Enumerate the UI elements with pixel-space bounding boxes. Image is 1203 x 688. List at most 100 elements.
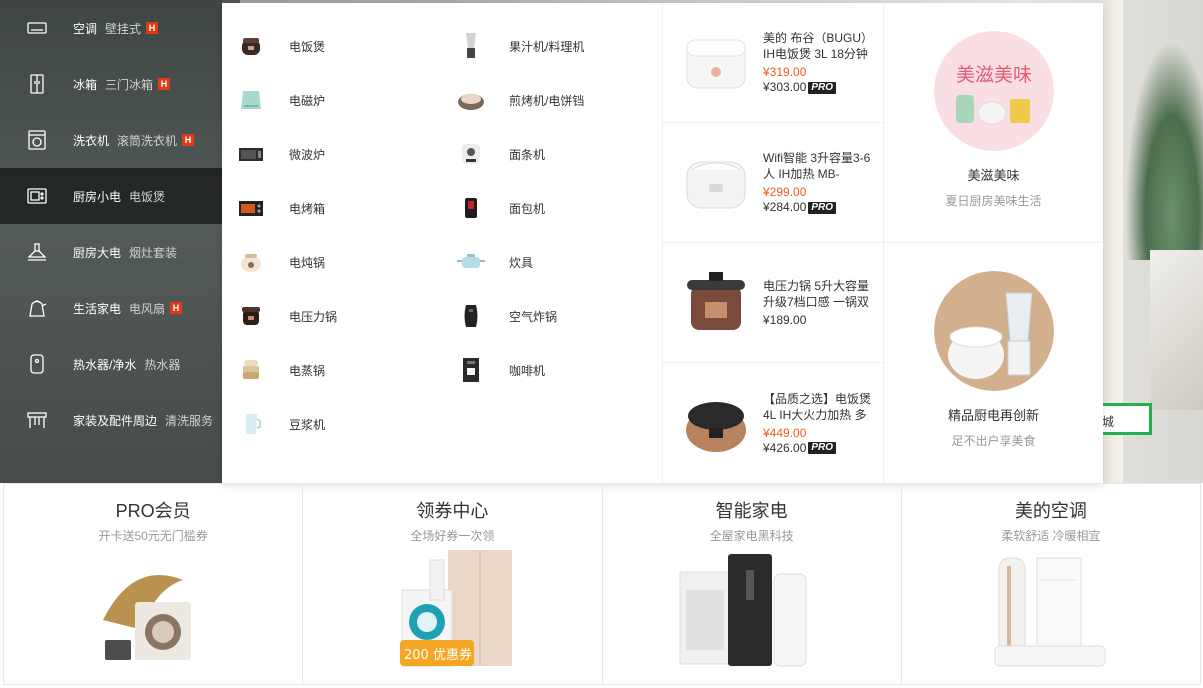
promo-badge-text: 美滋美味 xyxy=(955,64,1031,86)
subcategory-item[interactable]: 豆浆机 xyxy=(232,397,452,451)
product-card[interactable]: 美的 布谷（BUGU）IH电饭煲 3L 18分钟 ¥319.00 ¥303.00… xyxy=(663,3,883,123)
card-title: 美的空调 xyxy=(1014,501,1087,521)
coupon-badge-text: 200 优惠券 xyxy=(404,647,472,663)
category-sub-link[interactable]: 热水器 xyxy=(144,356,180,373)
subcategory-label: 电磁炉 xyxy=(289,93,326,108)
banner-plant-image xyxy=(1125,40,1203,260)
subcategory-item[interactable]: 电蒸锅 xyxy=(232,343,452,397)
category-item-water[interactable]: 热水器/净水 热水器 xyxy=(0,336,222,392)
product-price: ¥303.00 xyxy=(763,80,807,94)
air-conditioner-icon xyxy=(26,17,48,39)
product-card[interactable]: Wifi智能 3升容量3-6人 IH加热 MB- ¥299.00 ¥284.00… xyxy=(663,123,883,243)
promo-image: 美滋美味 xyxy=(933,31,1054,151)
promo-card[interactable]: 精品厨电再创新 足不出户享美食 xyxy=(884,243,1103,483)
kettle-icon xyxy=(26,297,48,319)
category-name: 厨房小电 xyxy=(73,189,122,204)
subcategory-label: 咖啡机 xyxy=(509,363,546,378)
subcategory-label: 果汁机/料理机 xyxy=(509,39,585,54)
subcategory-label: 电蒸锅 xyxy=(289,363,326,378)
subcategory-label: 电压力锅 xyxy=(289,309,338,324)
recommended-products: 美的 布谷（BUGU）IH电饭煲 3L 18分钟 ¥319.00 ¥303.00… xyxy=(662,3,883,483)
subcategory-item[interactable]: 煎烤机/电饼铛 xyxy=(452,73,672,127)
category-item-air-conditioner[interactable]: 空调 壁挂式 H xyxy=(0,0,222,56)
category-sub-link[interactable]: 烟灶套装 xyxy=(129,244,177,261)
card-title: PRO会员 xyxy=(115,501,191,521)
product-card[interactable]: 【品质之选】电饭煲 4L IH大火力加热 多 ¥449.00 ¥426.00 PR… xyxy=(663,363,883,483)
category-sub-link[interactable]: 电风扇 xyxy=(129,300,165,317)
bread-maker-icon xyxy=(452,189,490,227)
coffee-machine-icon xyxy=(452,351,490,389)
product-price: ¥284.00 xyxy=(763,200,807,214)
subcategory-label: 面条机 xyxy=(509,147,546,162)
promo-title: 美滋美味 xyxy=(967,168,1020,183)
subcategory-label: 豆浆机 xyxy=(289,417,326,432)
subcategory-column-left: 电饭煲 电磁炉 微波炉 电烤箱 电炖锅 电压力锅 电蒸锅 豆浆机 xyxy=(232,19,452,451)
subcategory-item[interactable]: 电炖锅 xyxy=(232,235,452,289)
hot-badge: H xyxy=(182,134,195,146)
product-image xyxy=(686,39,746,88)
subcategory-label: 面包机 xyxy=(509,201,546,216)
promo-column: 美滋美味 美滋美味 夏日厨房美味生活 精品厨电再创新 足不出户享美食 xyxy=(883,3,1103,483)
subcategory-item[interactable]: 炊具 xyxy=(452,235,672,289)
category-sub-link[interactable]: 电饭煲 xyxy=(129,188,165,205)
subcategory-item[interactable]: 电磁炉 xyxy=(232,73,452,127)
washing-machine-icon xyxy=(26,129,48,151)
promo-title: 精品厨电再创新 xyxy=(947,408,1039,423)
category-item-small-kitchen[interactable]: 厨房小电 电饭煲 xyxy=(0,168,222,224)
hot-badge: H xyxy=(146,22,159,34)
banner-cta-button[interactable]: 城 xyxy=(1096,403,1152,435)
noodle-maker-icon xyxy=(452,135,490,173)
slow-cooker-icon xyxy=(232,243,270,281)
product-price: ¥426.00 xyxy=(763,440,807,455)
category-item-washer[interactable]: 洗衣机 滚筒洗衣机 H xyxy=(0,112,222,168)
product-image xyxy=(686,402,746,452)
subcategory-item[interactable]: 电压力锅 xyxy=(232,289,452,343)
card-subtitle: 柔软舒适 冷暖相宜 xyxy=(1001,529,1101,543)
category-name: 厨房大电 xyxy=(73,245,122,260)
product-name: Wifi智能 3升容量3-6人 IH加热 MB- xyxy=(763,151,871,181)
category-item-home-appliance[interactable]: 生活家电 电风扇 H xyxy=(0,280,222,336)
blender-icon xyxy=(452,27,490,65)
steamer-icon xyxy=(232,351,270,389)
rice-cooker-icon xyxy=(232,27,270,65)
pressure-cooker-icon xyxy=(232,297,270,335)
subcategory-item[interactable]: 果汁机/料理机 xyxy=(452,19,672,73)
promo-card[interactable]: 美滋美味 美滋美味 夏日厨房美味生活 xyxy=(884,3,1103,243)
category-sub-link[interactable]: 壁挂式 xyxy=(105,20,141,37)
product-name: 美的 布谷（BUGU）IH电饭煲 3L 18分钟 xyxy=(763,31,874,61)
product-card[interactable]: 电压力锅 5升大容量 升级7档口感 一锅双 ¥189.00 xyxy=(663,243,883,363)
feature-card-smart-home[interactable]: 智能家电 全屋家电黑科技 xyxy=(603,484,902,684)
category-name: 冰箱 xyxy=(73,77,98,92)
card-subtitle: 全屋家电黑科技 xyxy=(709,529,794,543)
feature-card-pro-member[interactable]: PRO会员 开卡送50元无门槛券 xyxy=(4,484,304,684)
category-sub-link[interactable]: 三门冰箱 xyxy=(105,76,153,93)
grill-pan-icon xyxy=(452,81,490,119)
product-original-price: ¥449.00 xyxy=(763,425,807,440)
feature-card-coupon-center[interactable]: 领券中心 全场好券一次领 200 优惠券 xyxy=(303,484,603,684)
subcategory-item[interactable]: 面条机 xyxy=(452,127,672,181)
induction-cooker-icon xyxy=(232,81,270,119)
category-item-accessories[interactable]: 家装及配件周边 清洗服务 xyxy=(0,392,222,448)
category-name: 家装及配件周边 xyxy=(73,413,158,428)
product-image xyxy=(687,271,745,330)
feature-card-air-conditioner[interactable]: 美的空调 柔软舒适 冷暖相宜 xyxy=(902,484,1200,684)
electric-oven-icon xyxy=(232,189,270,227)
subcategory-item[interactable]: 电烤箱 xyxy=(232,181,452,235)
product-original-price: ¥319.00 xyxy=(763,65,807,79)
category-name: 空调 xyxy=(73,21,98,36)
category-sub-link[interactable]: 清洗服务 xyxy=(165,412,213,429)
subcategory-item[interactable]: 微波炉 xyxy=(232,127,452,181)
subcategory-item[interactable]: 电饭煲 xyxy=(232,19,452,73)
category-item-fridge[interactable]: 冰箱 三门冰箱 H xyxy=(0,56,222,112)
feature-cards: PRO会员 开卡送50元无门槛券 领券中心 全场好券一次领 200 优惠券 智能… xyxy=(3,483,1201,685)
category-menu: 空调 壁挂式 H 冰箱 三门冰箱 H 洗衣机 滚筒洗衣机 H 厨房小电 电饭煲 … xyxy=(0,0,222,483)
coupon-center-image: 200 优惠券 xyxy=(400,550,513,667)
subcategory-item[interactable]: 面包机 xyxy=(452,181,672,235)
range-hood-icon xyxy=(26,241,48,263)
product-price: ¥189.00 xyxy=(763,312,807,327)
category-item-large-kitchen[interactable]: 厨房大电 烟灶套装 xyxy=(0,224,222,280)
category-sub-link[interactable]: 滚筒洗衣机 xyxy=(117,132,177,149)
subcategory-label: 电饭煲 xyxy=(289,39,326,54)
subcategory-item[interactable]: 咖啡机 xyxy=(452,343,672,397)
subcategory-item[interactable]: 空气炸锅 xyxy=(452,289,672,343)
